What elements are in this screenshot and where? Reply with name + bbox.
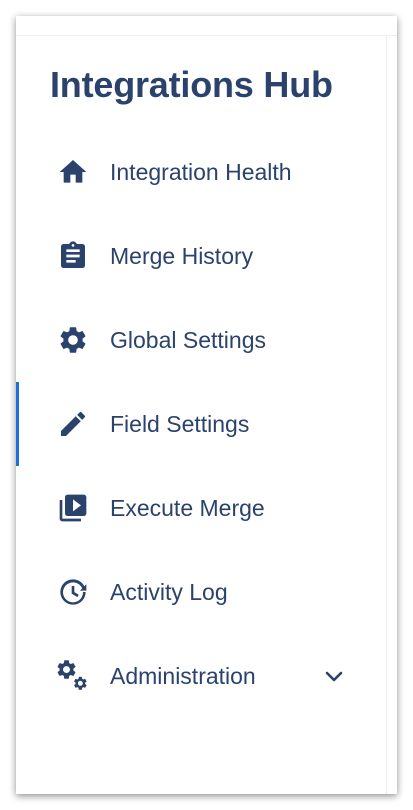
home-icon (55, 154, 91, 190)
sidebar-item-administration[interactable]: Administration (16, 634, 387, 718)
sidebar-item-activity-log[interactable]: Activity Log (16, 550, 387, 634)
sidebar-nav: Integration Health Merge History Global … (16, 130, 387, 718)
pencil-icon (55, 406, 91, 442)
gear-icon (55, 322, 91, 358)
history-icon (55, 574, 91, 610)
sidebar-item-field-settings[interactable]: Field Settings (16, 382, 387, 466)
clipboard-icon (55, 238, 91, 274)
sidebar-item-integration-health[interactable]: Integration Health (16, 130, 387, 214)
sidebar-item-label: Integration Health (110, 158, 292, 185)
sidebar-item-label: Execute Merge (110, 494, 265, 521)
sidebar-item-label: Administration (110, 662, 256, 689)
panel-divider-top (16, 35, 397, 36)
gears-icon (55, 658, 91, 694)
sidebar-title: Integrations Hub (50, 64, 333, 105)
sidebar-item-label: Merge History (110, 242, 254, 269)
sidebar-item-label: Field Settings (110, 410, 250, 437)
sidebar-item-execute-merge[interactable]: Execute Merge (16, 466, 387, 550)
sidebar-item-merge-history[interactable]: Merge History (16, 214, 387, 298)
sidebar-item-label: Activity Log (110, 578, 228, 605)
sidebar-panel: Integrations Hub Integration Health Merg… (16, 16, 397, 794)
sidebar-item-global-settings[interactable]: Global Settings (16, 298, 387, 382)
chevron-down-icon[interactable] (320, 662, 348, 690)
sidebar-item-label: Global Settings (110, 326, 266, 353)
page: Integrations Hub Integration Health Merg… (0, 0, 413, 810)
video-library-icon (55, 490, 91, 526)
